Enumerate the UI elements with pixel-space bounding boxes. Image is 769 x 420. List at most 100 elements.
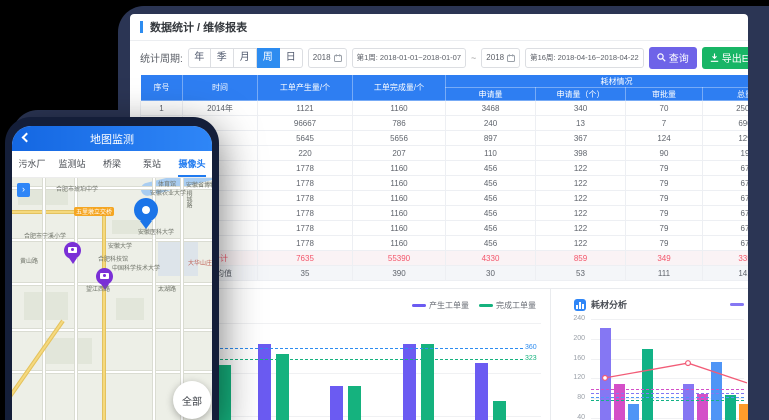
table-cell: 67 xyxy=(703,176,749,191)
table-cell: 79 xyxy=(626,176,703,191)
table-cell: 4330 xyxy=(446,251,536,266)
week-to-select[interactable]: 第16周: 2018-04-16~2018-04-22 xyxy=(525,48,644,68)
legend-swatch xyxy=(412,304,426,307)
y-axis-tick-label: 120 xyxy=(567,374,585,381)
report-table-body: 12014年1121116034683407025002966677862401… xyxy=(141,101,749,281)
period-option-季[interactable]: 季 xyxy=(211,48,234,68)
table-cell: 122 xyxy=(536,236,626,251)
back-icon[interactable] xyxy=(22,133,32,143)
tab-桥梁[interactable]: 桥梁 xyxy=(92,151,132,177)
table-cell: 456 xyxy=(446,206,536,221)
week-to-value: 第16周: 2018-04-16~2018-04-22 xyxy=(530,52,639,63)
table-cell: 53 xyxy=(536,266,626,281)
table-cell: 79 xyxy=(626,191,703,206)
map-label: 中国科学技术大学 xyxy=(112,263,160,272)
table-cell: 122 xyxy=(536,161,626,176)
table-cell: 110 xyxy=(446,146,536,161)
workorder-bar xyxy=(475,363,488,420)
table-row: 7177811604561227967 xyxy=(141,191,749,206)
query-button[interactable]: 查询 xyxy=(649,47,697,69)
camera-marker[interactable] xyxy=(96,268,113,285)
location-pin[interactable] xyxy=(134,198,158,222)
export-excel-button[interactable]: 导出Excel xyxy=(702,47,748,69)
tab-泵站[interactable]: 泵站 xyxy=(132,151,172,177)
y-axis-tick-label: 200 xyxy=(567,335,585,342)
legend-label: 完成工单量 xyxy=(496,300,536,311)
table-cell: 1160 xyxy=(353,236,446,251)
table-cell: 367 xyxy=(536,131,626,146)
app-header: 地图监测 xyxy=(12,126,212,151)
reference-line xyxy=(591,400,744,401)
period-option-月[interactable]: 月 xyxy=(234,48,257,68)
sub-column-header: 申请量（个） xyxy=(536,88,626,101)
table-cell: 122 xyxy=(536,221,626,236)
map-label: 体育馆 xyxy=(158,179,176,188)
dashboard-card: 数据统计 / 维修报表 统计周期: 年季月周日 2018 第1周: 2018-0… xyxy=(130,14,748,420)
camera-icon xyxy=(68,247,77,253)
table-cell: 456 xyxy=(446,161,536,176)
camera-marker[interactable] xyxy=(64,242,81,259)
period-option-周[interactable]: 周 xyxy=(257,48,280,68)
table-cell: 2014年 xyxy=(183,101,258,116)
tab-摄像头[interactable]: 摄像头 xyxy=(172,151,212,177)
table-cell: 124 xyxy=(626,131,703,146)
map-expander-button[interactable]: › xyxy=(17,183,30,197)
chart-icon xyxy=(574,299,586,311)
range-separator: ~ xyxy=(471,53,476,63)
table-cell: 5656 xyxy=(353,131,446,146)
workorder-bar xyxy=(258,344,271,420)
filter-toolbar: 统计周期: 年季月周日 2018 第1周: 2018-01-01~2018-01… xyxy=(130,41,748,74)
table-cell: 35 xyxy=(258,266,353,281)
gridline xyxy=(190,373,541,374)
map-label: 望江西路 xyxy=(86,284,110,293)
year-from-select[interactable]: 2018 xyxy=(308,48,347,68)
table-cell: 1778 xyxy=(258,236,353,251)
consumable-bar xyxy=(642,349,653,420)
average-row: 平均值353903053111141 xyxy=(141,266,749,281)
table-cell: 3468 xyxy=(446,101,536,116)
show-all-button[interactable]: 全部 xyxy=(173,381,211,419)
consumable-bar xyxy=(628,404,639,420)
table-cell: 786 xyxy=(353,116,446,131)
table-cell: 90 xyxy=(626,146,703,161)
legend-item[interactable]: 产生工单量 xyxy=(412,300,469,311)
map-label: 安徽大学 xyxy=(108,241,132,250)
period-option-年[interactable]: 年 xyxy=(188,48,211,68)
table-cell: 67 xyxy=(703,206,749,221)
legend-swatch-partial xyxy=(730,303,744,306)
tab-污水厂[interactable]: 污水厂 xyxy=(12,151,52,177)
table-cell: 207 xyxy=(353,146,446,161)
table-row: 12014年112111603468340702500 xyxy=(141,101,749,116)
map-view[interactable]: › 全部 合肥市琥珀中学体育馆安徽农业大学安徽省博物馆五里墩立交桥合肥市宁溪小学… xyxy=(12,178,212,420)
chart-panels: 产生工单量完成工单量 360323 耗材分析 2402001601208040 xyxy=(130,288,748,420)
table-cell: 1778 xyxy=(258,221,353,236)
table-cell: 13 xyxy=(536,116,626,131)
workorder-bar xyxy=(330,386,343,420)
table-cell: 456 xyxy=(446,221,536,236)
table-row: 5177811604561227967 xyxy=(141,161,749,176)
table-cell: 79 xyxy=(626,221,703,236)
map-road xyxy=(42,178,46,420)
table-cell: 122 xyxy=(536,206,626,221)
legend-swatch xyxy=(479,304,493,307)
table-cell: 70 xyxy=(626,101,703,116)
period-option-日[interactable]: 日 xyxy=(280,48,303,68)
camera-icon xyxy=(100,273,109,279)
tab-监测站[interactable]: 监测站 xyxy=(52,151,92,177)
week-from-value: 第1周: 2018-01-01~2018-01-07 xyxy=(357,52,461,63)
table-cell: 456 xyxy=(446,191,536,206)
table-row: 6177811604561227967 xyxy=(141,176,749,191)
report-table-head: 序号时间工单产生量/个工单完成量/个耗材情况申请量申请量（个）审批量总量 xyxy=(141,75,749,101)
table-cell: 390 xyxy=(353,266,446,281)
table-cell: 1160 xyxy=(353,221,446,236)
table-cell: 55390 xyxy=(353,251,446,266)
workorder-chart-legend: 产生工单量 完成工单量 xyxy=(412,300,536,311)
map-label: 合肥科技馆 xyxy=(98,254,128,263)
week-from-select[interactable]: 第1周: 2018-01-01~2018-01-07 xyxy=(352,48,466,68)
table-cell: 1778 xyxy=(258,161,353,176)
group-header: 耗材情况 xyxy=(446,75,749,88)
year-to-select[interactable]: 2018 xyxy=(481,48,520,68)
table-cell: 240 xyxy=(446,116,536,131)
legend-item[interactable]: 完成工单量 xyxy=(479,300,536,311)
workorder-bar xyxy=(403,344,416,420)
